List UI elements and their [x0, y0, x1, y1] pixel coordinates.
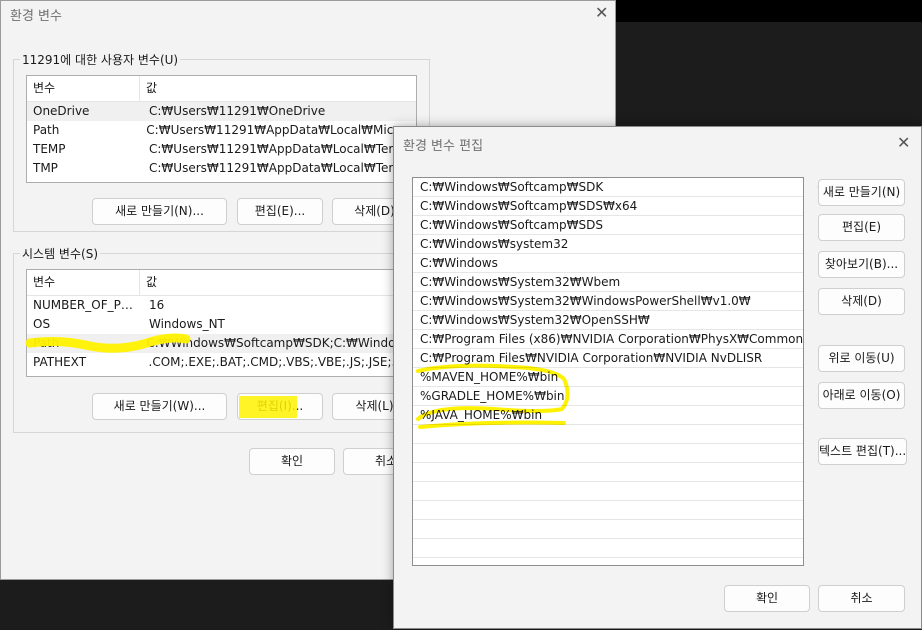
new-button[interactable]: 새로 만들기(N): [818, 179, 905, 206]
delete-button[interactable]: 삭제(D): [818, 288, 905, 315]
list-item[interactable]: [413, 444, 803, 463]
dialog-title: 환경 변수 편집: [403, 139, 484, 154]
dialog-cancel-button[interactable]: 취소: [818, 585, 905, 612]
edit-button-highlight: [239, 396, 297, 418]
list-item[interactable]: C:₩Windows₩System32₩WindowsPowerShell₩v1…: [413, 292, 803, 311]
move-up-button[interactable]: 위로 이동(U): [818, 345, 905, 372]
list-item[interactable]: [413, 501, 803, 520]
list-item[interactable]: C:₩Windows₩Softcamp₩SDS₩x64: [413, 197, 803, 216]
list-item[interactable]: [413, 463, 803, 482]
dialog-ok-button[interactable]: 확인: [724, 585, 810, 612]
path-entries-list[interactable]: C:₩Windows₩Softcamp₩SDK C:₩Windows₩Softc…: [412, 177, 804, 566]
browse-button[interactable]: 찾아보기(B)...: [818, 251, 905, 278]
path-highlight-stroke: [25, 333, 191, 353]
list-item[interactable]: [413, 539, 803, 558]
list-item[interactable]: C:₩Program Files (x86)₩NVIDIA Corporatio…: [413, 330, 803, 349]
move-down-button[interactable]: 아래로 이동(O): [818, 382, 905, 409]
list-item[interactable]: [413, 482, 803, 501]
edit-environment-variable-dialog: 환경 변수 편집 ✕ C:₩Windows₩Softcamp₩SDK C:₩Wi…: [393, 126, 922, 629]
list-item[interactable]: C:₩Windows₩Softcamp₩SDS: [413, 216, 803, 235]
list-item[interactable]: %JAVA_HOME%₩bin: [413, 406, 803, 425]
list-item[interactable]: C:₩Program Files₩NVIDIA Corporation₩NVID…: [413, 349, 803, 368]
list-item[interactable]: %MAVEN_HOME%₩bin: [413, 368, 803, 387]
edit-button[interactable]: 편집(E): [818, 214, 905, 241]
list-item[interactable]: C:₩Windows₩Softcamp₩SDK: [413, 178, 803, 197]
list-item[interactable]: %GRADLE_HOME%₩bin: [413, 387, 803, 406]
close-icon[interactable]: ✕: [897, 135, 910, 151]
list-item[interactable]: C:₩Windows₩system32: [413, 235, 803, 254]
list-item[interactable]: [413, 425, 803, 444]
list-item[interactable]: C:₩Windows₩System32₩OpenSSH₩: [413, 311, 803, 330]
list-item[interactable]: C:₩Windows: [413, 254, 803, 273]
list-item[interactable]: [413, 520, 803, 539]
edit-text-button[interactable]: 텍스트 편집(T)...: [818, 438, 907, 465]
list-item[interactable]: C:₩Windows₩System32₩Wbem: [413, 273, 803, 292]
